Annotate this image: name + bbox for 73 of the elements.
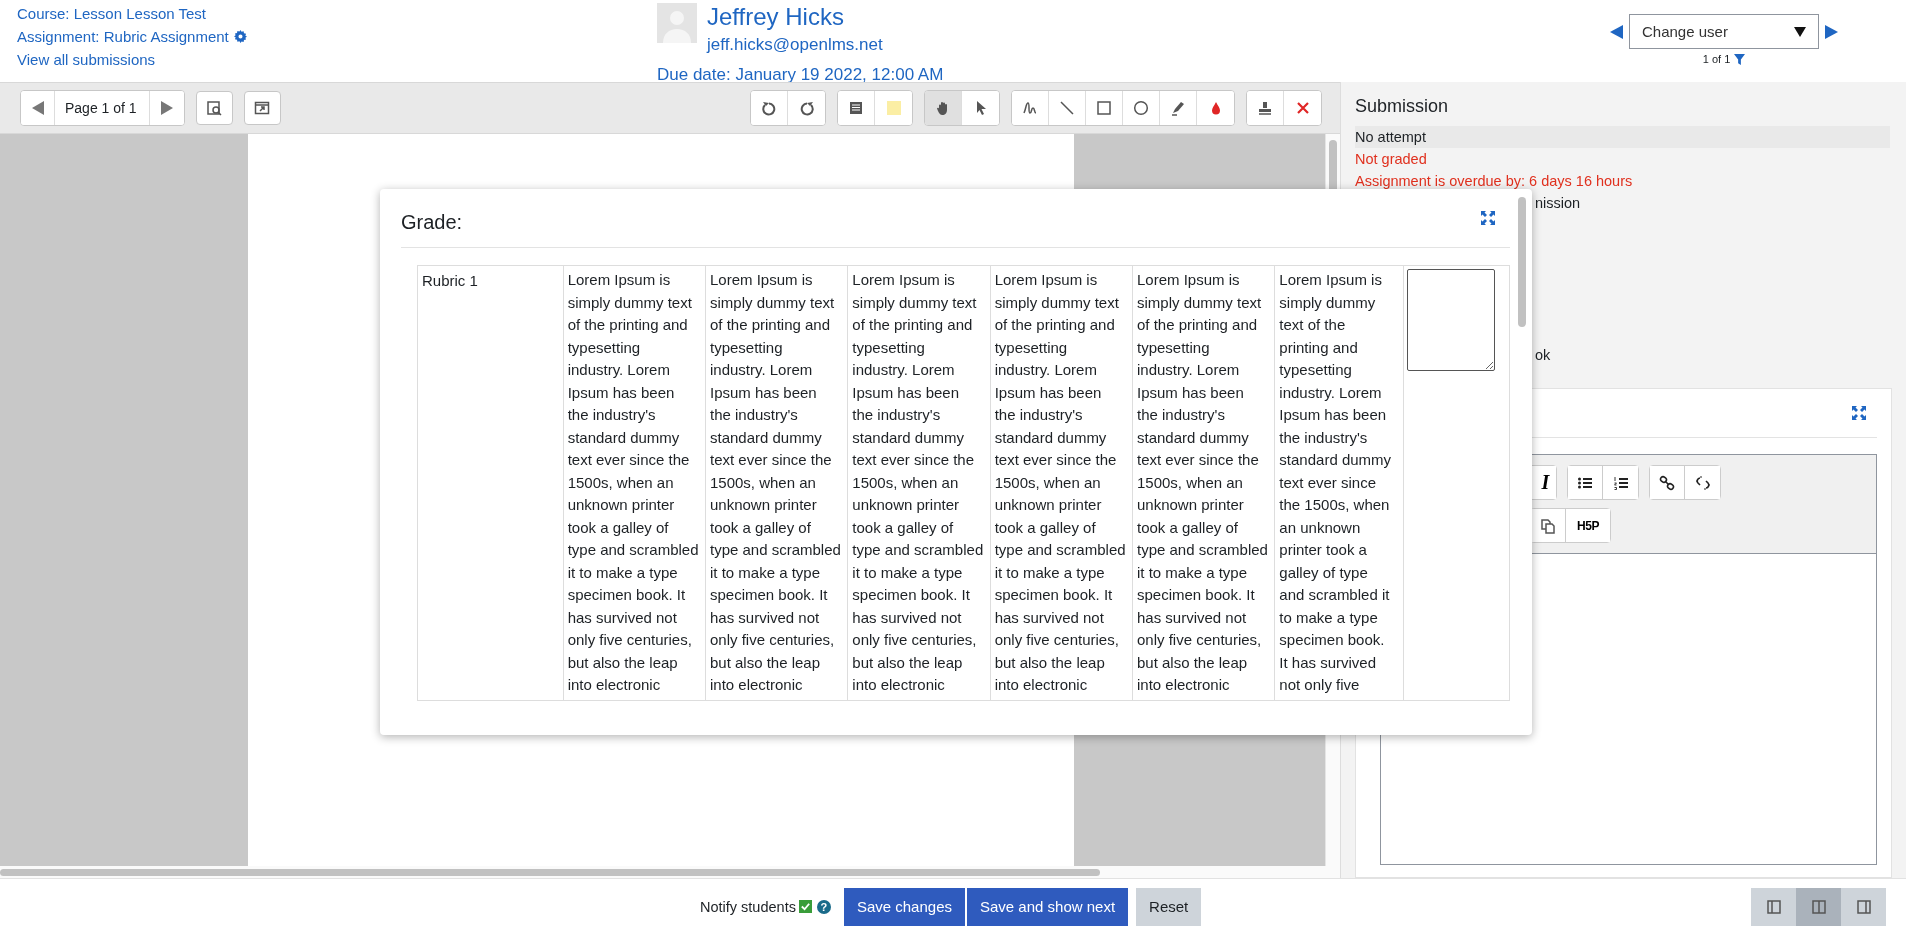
toolbar-button[interactable] — [195, 91, 233, 125]
window-icon — [254, 100, 271, 116]
comment-icon — [848, 100, 864, 116]
status-line: Assignment is overdue by: 6 days 16 hours — [1355, 172, 1634, 191]
layout-button[interactable] — [1841, 887, 1886, 926]
rubric-level-cell[interactable]: Lorem Ipsum is simply dummy text of the printing and typesetting industry. Lorem Ipsum has been the industry's standard dummy text ever since the 1500s, when an unknown printer took a galley of type and scrambled it to make a type specimen book. It has survived not only five centuries, but also the leap into electronic — [705, 265, 848, 700]
form-button[interactable]: Save changes — [843, 887, 965, 926]
line-icon — [1059, 100, 1075, 116]
left-triangle-icon — [30, 101, 45, 115]
notify-checkbox[interactable] — [798, 900, 812, 913]
rubric-level-cell[interactable]: Lorem Ipsum is simply dummy text of the printing and typesetting industry. Lorem Ipsum has been the industry's standard dummy text ever since the 1500s, when an unknown printer took a galley of type and scrambled it to make a type specimen book. It has survived not only five centuries, but also the leap into electronic — [990, 265, 1133, 700]
previous-user-icon[interactable] — [1609, 23, 1623, 40]
pen-icon — [1022, 100, 1038, 116]
user-count: 1 of 1 — [1702, 53, 1731, 65]
expand-icon[interactable] — [1480, 210, 1496, 226]
rotate-left-icon — [761, 100, 777, 116]
avatar-icon — [657, 3, 697, 43]
left-panel-icon — [1765, 898, 1782, 915]
view-all-submissions-link[interactable]: View all submissions — [17, 51, 657, 68]
gear-icon[interactable] — [233, 30, 247, 43]
right-panel-icon — [1855, 898, 1872, 915]
rubric-level-cell[interactable]: Lorem Ipsum is simply dummy text of the printing and typesetting industry. Lorem Ipsum has been the industry's standard dummy text ever since the 1500s, when an unknown printer took a galley of type and scrambled it to make a type specimen book. It has survived not only five centuries, but also the leap into electronic — [847, 265, 991, 700]
editor-button[interactable] — [1568, 466, 1603, 499]
course-link[interactable]: Course: Lesson Lesson Test — [17, 5, 657, 22]
split-panel-icon — [1810, 898, 1827, 915]
form-button[interactable]: Save and show next — [967, 887, 1129, 926]
circle-icon — [1133, 100, 1149, 116]
change-user-select[interactable]: Change user — [1629, 14, 1819, 49]
rectangle-icon — [1096, 100, 1112, 116]
rubric-level-cell[interactable]: Lorem Ipsum is simply dummy text of the printing and typesetting industry. Lorem Ipsum has been the industry's standard dummy text ever since the 1500s, when an unknown printer took a galley of type and scrambled it to make a type specimen book. It has survived not only five — [1274, 265, 1404, 700]
highlighter-icon — [1170, 100, 1186, 116]
copy-icon — [1540, 517, 1556, 534]
tool-button[interactable] — [751, 91, 788, 125]
search-icon — [206, 100, 223, 116]
caret-icon — [1794, 26, 1806, 37]
assignment-link[interactable]: Assignment: Rubric Assignment — [17, 28, 229, 45]
tool-button[interactable] — [1247, 91, 1284, 125]
tool-button[interactable] — [1012, 91, 1049, 125]
tool-button[interactable] — [838, 91, 875, 125]
status-line: nission — [1534, 194, 1582, 213]
layout-button[interactable] — [1796, 887, 1841, 926]
stamp-icon — [1257, 100, 1273, 116]
rubric-level-cell[interactable]: Lorem Ipsum is simply dummy text of the printing and typesetting industry. Lorem Ipsum has been the industry's standard dummy text ever since the 1500s, when an unknown printer took a galley of type and scrambled it to make a type specimen book. It has survived not only five centuries, but also the leap into electronic — [563, 265, 706, 700]
page-label: Page 1 of 1 — [55, 91, 150, 125]
user-name[interactable]: Jeffrey Hicks — [707, 3, 883, 31]
toolbar-button[interactable] — [243, 91, 281, 125]
rotate-right-icon — [798, 100, 815, 116]
rubric-level-cell[interactable]: Lorem Ipsum is simply dummy text of the printing and typesetting industry. Lorem Ipsum has been the industry's standard dummy text ever since the 1500s, when an unknown printer took a galley of type and scrambled it to make a type specimen book. It has survived not only five centuries, but also the leap into electronic — [1132, 265, 1275, 700]
tool-button[interactable] — [925, 91, 962, 125]
layout-button[interactable] — [1751, 887, 1796, 926]
link-icon — [1659, 474, 1675, 491]
status-line: ok — [1534, 346, 1552, 365]
close-icon — [1294, 100, 1311, 116]
right-triangle-icon — [159, 101, 174, 115]
color-swatch-icon — [885, 100, 902, 116]
expand-icon[interactable] — [1851, 405, 1867, 421]
due-date: Due date: January 19 2022, 12:00 AM — [657, 65, 945, 85]
editor-button[interactable] — [1650, 466, 1685, 499]
dialog-title: Grade: — [401, 210, 463, 234]
next-user-icon[interactable] — [1825, 23, 1839, 40]
numbered-list-icon — [1612, 474, 1629, 491]
help-icon[interactable]: ? — [816, 899, 831, 914]
criterion-cell: Rubric 1 — [417, 265, 564, 700]
remark-field[interactable] — [1406, 269, 1495, 371]
dialog-scrollbar[interactable] — [1518, 197, 1526, 327]
form-button[interactable]: Reset — [1136, 887, 1202, 926]
filter-icon[interactable] — [1734, 53, 1746, 65]
panel-title: Submission — [1355, 96, 1450, 117]
notify-label: Notify students — [700, 898, 796, 915]
user-email[interactable]: jeff.hicks@openlms.net — [707, 35, 883, 55]
previous-page-button[interactable] — [21, 91, 55, 125]
horizontal-scrollbar[interactable] — [0, 866, 1340, 878]
status-line: Not graded — [1355, 150, 1428, 169]
